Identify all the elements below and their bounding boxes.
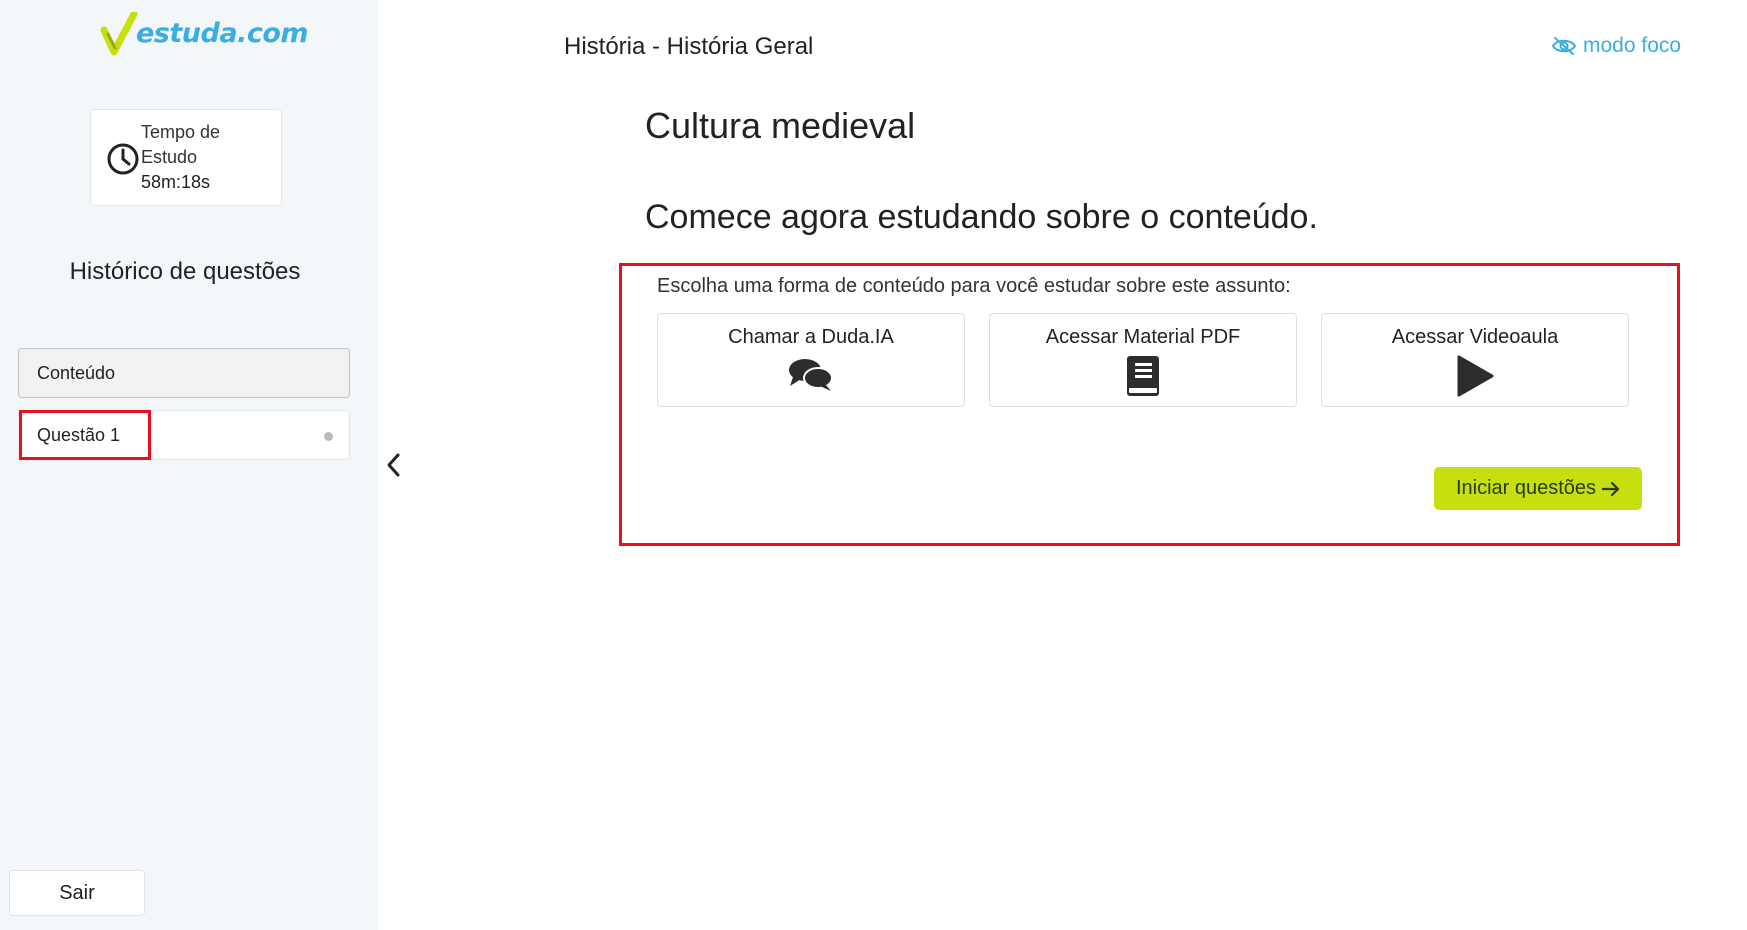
play-icon: [1457, 355, 1494, 397]
clock-icon: [107, 143, 139, 175]
highlight-box: [19, 410, 151, 460]
checkmark-logo-icon: [100, 10, 138, 56]
start-questions-button[interactable]: Iniciar questões: [1434, 467, 1642, 510]
logo-text: estuda.com: [136, 18, 309, 49]
study-timer-card: Tempo de Estudo 58m:18s: [90, 109, 282, 206]
videoaula-button[interactable]: Acessar Videoaula: [1321, 313, 1629, 407]
estuda-logo[interactable]: estuda.com: [100, 10, 309, 60]
eye-slash-icon: [1551, 37, 1577, 55]
option-label: Acessar Videoaula: [1391, 326, 1559, 348]
sidebar-item-conteudo[interactable]: Conteúdo: [18, 348, 350, 398]
duda-ia-button[interactable]: Chamar a Duda.IA: [657, 313, 965, 407]
arrow-right-icon: [1602, 481, 1620, 496]
breadcrumb: História - História Geral: [564, 33, 814, 60]
chat-icon: [789, 359, 833, 391]
timer-value: 58m:18s: [141, 172, 211, 192]
exit-button[interactable]: Sair: [9, 870, 145, 916]
option-label: Acessar Material PDF: [1045, 326, 1241, 348]
timer-label: Tempo de Estudo: [141, 122, 221, 167]
history-title: Histórico de questões: [69, 258, 301, 285]
page-subtitle: Comece agora estudando sobre o conteúdo.: [645, 198, 1318, 236]
sidebar: estuda.com Tempo de Estudo 58m:18s Histó…: [0, 0, 378, 930]
start-button-label: Iniciar questões: [1455, 477, 1597, 499]
chevron-left-icon[interactable]: [383, 450, 405, 480]
focus-mode-label: modo foco: [1583, 34, 1682, 57]
page-title: Cultura medieval: [645, 105, 916, 146]
book-icon: [1127, 356, 1159, 396]
choose-content-text: Escolha uma forma de conteúdo para você …: [657, 275, 1291, 297]
status-dot: [324, 432, 333, 441]
option-label: Chamar a Duda.IA: [728, 326, 894, 348]
focus-mode-toggle[interactable]: modo foco: [1551, 34, 1681, 58]
sidebar-item-label: Conteúdo: [37, 362, 116, 383]
material-pdf-button[interactable]: Acessar Material PDF: [989, 313, 1297, 407]
